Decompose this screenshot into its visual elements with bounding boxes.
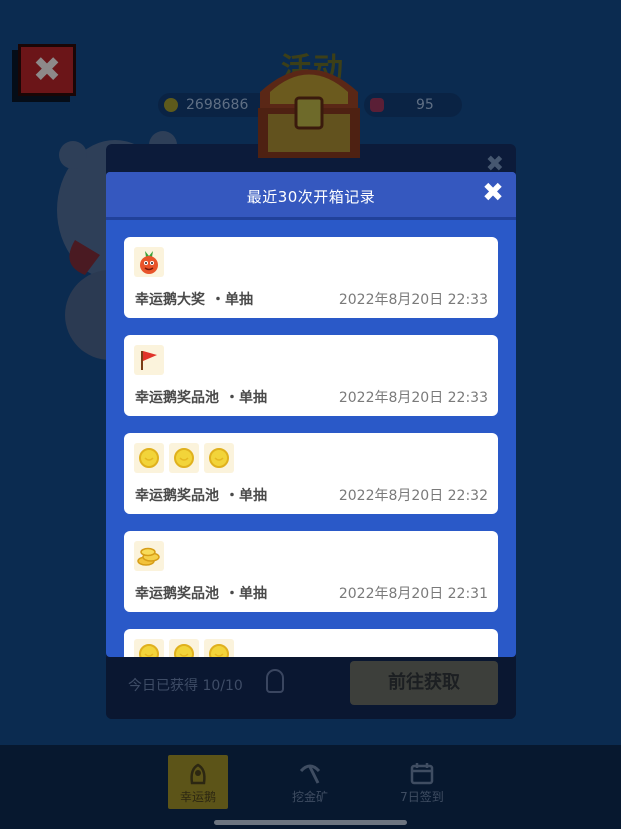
draw-type: ・单抽 bbox=[211, 292, 253, 308]
coin-icon bbox=[204, 639, 234, 657]
calendar-icon bbox=[410, 763, 434, 785]
reward-icons bbox=[134, 541, 169, 571]
flag-icon bbox=[134, 345, 164, 375]
treasure-chest-icon bbox=[258, 69, 360, 158]
prize-pool-name: 幸运鹅奖品池 bbox=[135, 390, 219, 406]
today-earned-label: 今日已获得 bbox=[128, 678, 198, 694]
ticket-balance-value: 95 bbox=[416, 97, 434, 113]
background-close-button[interactable]: ✖ bbox=[18, 44, 76, 96]
ticket-icon bbox=[370, 98, 384, 112]
prize-pool-name: 幸运鹅奖品池 bbox=[135, 488, 219, 504]
record-card bbox=[124, 629, 498, 657]
reward-icons bbox=[134, 639, 239, 657]
home-indicator bbox=[214, 820, 407, 825]
record-name: 幸运鹅奖品池 ・单抽 bbox=[135, 387, 267, 407]
prize-pool-name: 幸运鹅大奖 bbox=[135, 292, 205, 308]
goose-icon bbox=[266, 669, 284, 693]
nav-tab-gold-mine[interactable]: 挖金矿 bbox=[280, 755, 340, 809]
record-name: 幸运鹅大奖 ・单抽 bbox=[135, 289, 253, 309]
nav-tab-7day-checkin[interactable]: 7日签到 bbox=[392, 755, 452, 809]
record-name: 幸运鹅奖品池 ・单抽 bbox=[135, 583, 267, 603]
modal-close-button[interactable]: ✖ bbox=[480, 180, 506, 206]
nav-tab-lucky-goose[interactable]: 幸运鹅 bbox=[168, 755, 228, 809]
draw-type: ・单抽 bbox=[225, 390, 267, 406]
open-chest-records-modal: 最近30次开箱记录 ✖ 幸运鹅大奖 ・单抽 2022年8月20日 22:33 幸运鹅奖… bbox=[106, 172, 516, 657]
nav-label: 挖金矿 bbox=[291, 790, 328, 804]
coin-icon bbox=[134, 443, 164, 473]
record-timestamp: 2022年8月20日 22:33 bbox=[338, 390, 488, 406]
draw-type: ・单抽 bbox=[225, 586, 267, 602]
reward-icons bbox=[134, 443, 239, 473]
coin-icon bbox=[169, 639, 199, 657]
coin-pile-icon bbox=[134, 541, 164, 571]
nav-label: 幸运鹅 bbox=[179, 790, 216, 804]
record-card: 幸运鹅奖品池 ・单抽 2022年8月20日 22:32 bbox=[124, 433, 498, 514]
record-card: 幸运鹅奖品池 ・单抽 2022年8月20日 22:31 bbox=[124, 531, 498, 612]
today-earned: 今日已获得 10/10 bbox=[128, 675, 243, 695]
coin-icon bbox=[164, 98, 178, 112]
coin-icon bbox=[204, 443, 234, 473]
record-name: 幸运鹅奖品池 ・单抽 bbox=[135, 485, 267, 505]
modal-header: 最近30次开箱记录 ✖ bbox=[106, 172, 516, 220]
bottom-progress-bar: 今日已获得 10/10 前往获取 bbox=[106, 657, 516, 719]
reward-icons bbox=[134, 247, 169, 277]
record-timestamp: 2022年8月20日 22:32 bbox=[338, 488, 488, 504]
ticket-balance: 95 bbox=[364, 93, 462, 117]
coin-icon bbox=[169, 443, 199, 473]
pickaxe-icon bbox=[299, 764, 321, 784]
today-earned-value: 10/10 bbox=[202, 678, 243, 694]
record-timestamp: 2022年8月20日 22:33 bbox=[338, 292, 488, 308]
close-icon: ✖ bbox=[32, 50, 62, 90]
record-timestamp: 2022年8月20日 22:31 bbox=[338, 586, 488, 602]
draw-type: ・单抽 bbox=[225, 488, 267, 504]
go-obtain-button[interactable]: 前往获取 bbox=[350, 661, 498, 705]
prize-pool-name: 幸运鹅奖品池 bbox=[135, 586, 219, 602]
record-card: 幸运鹅大奖 ・单抽 2022年8月20日 22:33 bbox=[124, 237, 498, 318]
goose-icon bbox=[190, 763, 206, 785]
reward-icons bbox=[134, 345, 169, 375]
record-card: 幸运鹅奖品池 ・单抽 2022年8月20日 22:33 bbox=[124, 335, 498, 416]
coin-icon bbox=[134, 639, 164, 657]
modal-title: 最近30次开箱记录 bbox=[246, 188, 376, 206]
close-icon: ✖ bbox=[482, 178, 504, 208]
bottom-navigation: 幸运鹅 挖金矿 7日签到 bbox=[0, 745, 621, 829]
monster-icon bbox=[134, 247, 164, 277]
nav-label: 7日签到 bbox=[400, 790, 444, 804]
